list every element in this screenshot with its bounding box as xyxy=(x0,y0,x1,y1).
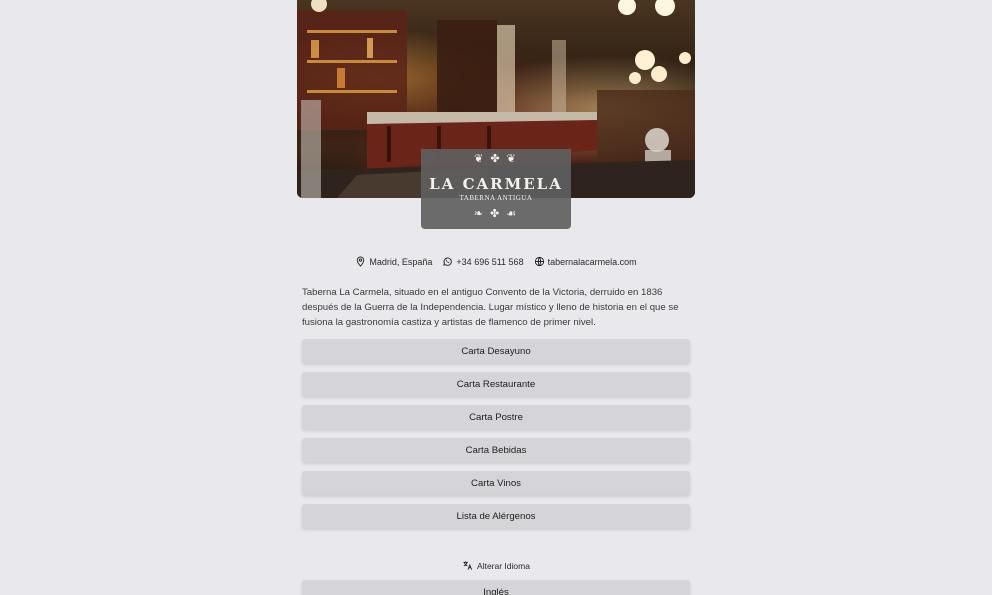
whatsapp-icon xyxy=(443,257,453,266)
contact-website[interactable]: tabernalacarmela.com xyxy=(534,256,637,267)
page: ❦ ✤ ❦ LA CARMELA TABERNA ANTIGUA ❧ ✤ ☙ M… xyxy=(0,0,992,595)
brand-subtitle: TABERNA ANTIGUA xyxy=(459,194,533,202)
contact-location: Madrid, España xyxy=(355,256,432,267)
lista-alergenos-button[interactable]: Lista de Alérgenos xyxy=(302,504,690,528)
location-text: Madrid, España xyxy=(369,256,433,267)
carta-postre-button[interactable]: Carta Postre xyxy=(302,405,690,429)
flourish-top-icon: ❦ ✤ ❦ xyxy=(474,153,518,165)
language-english-button[interactable]: Inglés xyxy=(302,580,690,595)
restaurant-description: Taberna La Carmela, situado en el antigu… xyxy=(302,287,679,328)
globe-icon xyxy=(534,256,544,267)
website-link[interactable]: tabernalacarmela.com xyxy=(548,257,637,267)
brand-logo: ❦ ✤ ❦ LA CARMELA TABERNA ANTIGUA ❧ ✤ ☙ xyxy=(421,149,571,229)
flourish-bottom-icon: ❧ ✤ ☙ xyxy=(473,208,519,220)
contact-phone[interactable]: +34 696 511 568 xyxy=(442,256,524,267)
map-pin-icon xyxy=(357,256,365,267)
brand-name: LA CARMELA xyxy=(429,175,563,193)
contact-info: Madrid, España +34 696 511 568 tabernala… xyxy=(0,256,992,267)
change-language-label: Alterar Idioma xyxy=(0,560,992,571)
carta-vinos-button[interactable]: Carta Vinos xyxy=(302,471,690,495)
translate-icon xyxy=(463,561,473,570)
carta-bebidas-button[interactable]: Carta Bebidas xyxy=(302,438,690,462)
phone-text[interactable]: +34 696 511 568 xyxy=(456,257,523,267)
carta-desayuno-button[interactable]: Carta Desayuno xyxy=(302,339,690,363)
change-language-text: Alterar Idioma xyxy=(477,560,530,571)
carta-restaurante-button[interactable]: Carta Restaurante xyxy=(302,372,690,396)
